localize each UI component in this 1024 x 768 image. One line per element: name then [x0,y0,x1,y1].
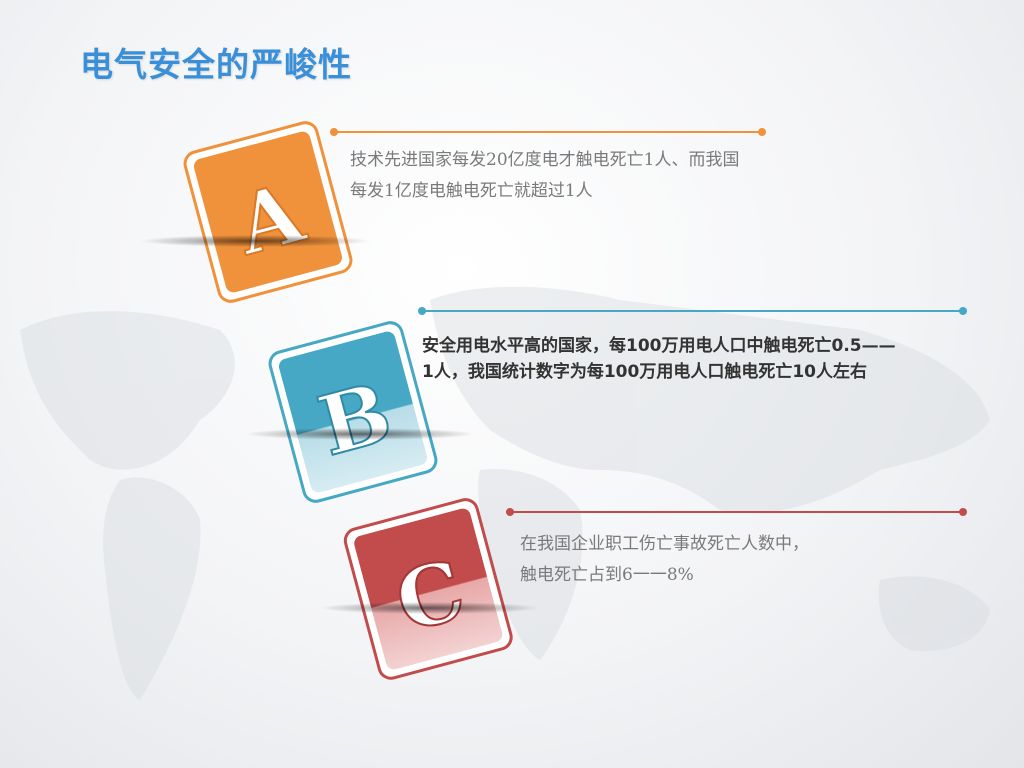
item-a-line-2: 每发1亿度电触电死亡就超过1人 [350,181,593,201]
item-a-line-1: 技术先进国家每发20亿度电才触电死亡1人、而我国 [350,150,740,170]
item-c-line-2: 触电死亡占到6一一8% [520,565,694,585]
divider-b-dot-right [959,307,967,315]
card-b: B [268,321,438,503]
item-c-text: 在我国企业职工伤亡事故死亡人数中， 触电死亡占到6一一8% [520,529,940,591]
divider-c [506,508,967,516]
item-b-text: 安全用电水平高的国家，每100万用电人口中触电死亡0.5—— 1人，我国统计数字… [422,333,982,385]
divider-c-dot-right [959,508,967,516]
divider-a [330,128,766,136]
item-a-text: 技术先进国家每发20亿度电才触电死亡1人、而我国 每发1亿度电触电死亡就超过1人 [350,145,820,207]
card-a-shadow [140,235,370,247]
item-c-line-1: 在我国企业职工伤亡事故死亡人数中， [520,534,809,554]
card-a: A [183,121,353,303]
card-c: C [343,498,513,680]
divider-b-dot-left [418,307,426,315]
divider-a-dot-left [330,128,338,136]
item-b-line-2: 1人，我国统计数字为每100万用电人口触电死亡10人左右 [422,362,867,382]
divider-c-dot-left [506,508,514,516]
divider-b [418,307,967,315]
item-b-line-1: 安全用电水平高的国家，每100万用电人口中触电死亡0.5—— [422,336,896,356]
card-c-shadow [320,602,540,614]
card-b-shadow [245,428,475,440]
divider-a-dot-right [758,128,766,136]
slide: 电气安全的严峻性 A B C 技术先进国家每发20亿度电才触电死亡1人、而我国 … [0,0,1024,768]
